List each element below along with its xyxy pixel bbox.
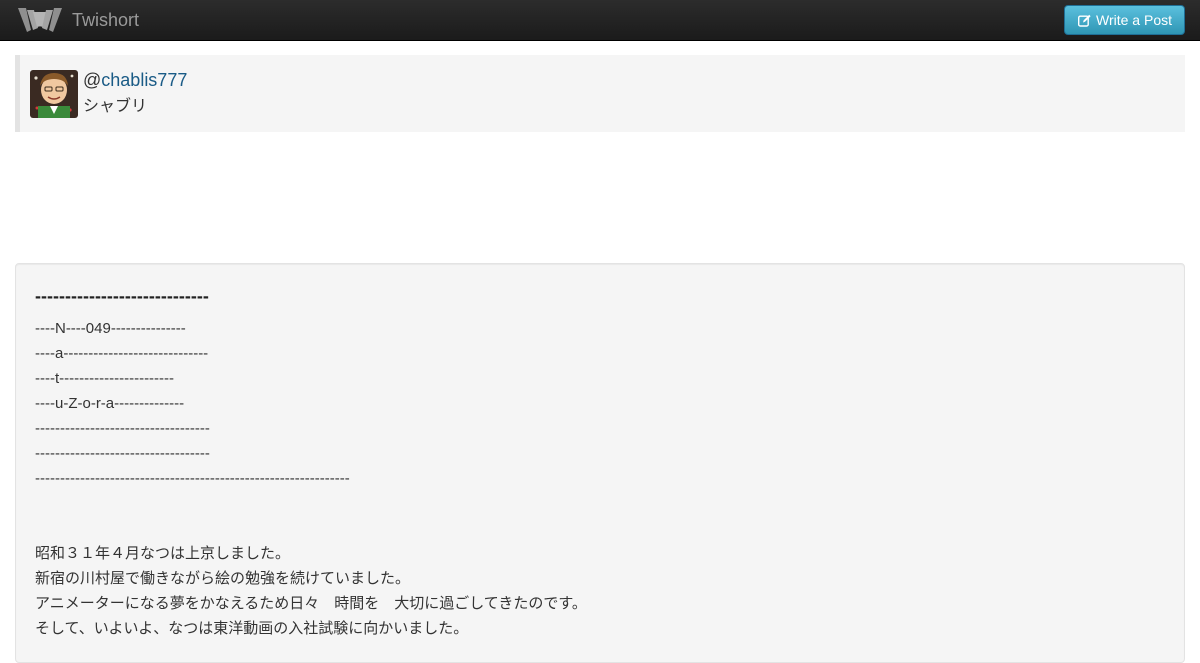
post-line: -----------------------------------	[35, 420, 210, 437]
display-name: シャブリ	[83, 98, 148, 115]
top-navbar: Twishort Write a Post	[0, 0, 1200, 41]
post-title: -----------------------------	[35, 286, 209, 306]
post-line: そして、いよいよ、なつは東洋動画の入社試験に向かいました。	[35, 620, 469, 637]
post-line: ----u-Z-o-r-a--------------	[35, 395, 185, 412]
username-handle: chablis777	[101, 70, 188, 90]
post-line: ----t-----------------------	[35, 370, 175, 387]
post-line: ----------------------------------------…	[35, 470, 350, 487]
write-post-label: Write a Post	[1096, 12, 1172, 28]
at-symbol: @	[83, 70, 102, 90]
write-post-button[interactable]: Write a Post	[1064, 5, 1185, 35]
avatar[interactable]	[30, 70, 78, 118]
post-content: ----------------------------- ----N----0…	[15, 263, 1185, 663]
username-link[interactable]: @chablis777	[83, 70, 187, 90]
brand-name: Twishort	[72, 10, 140, 30]
post-line: 新宿の川村屋で働きながら絵の勉強を続けていました。	[35, 570, 411, 587]
post-line: -----------------------------------	[35, 445, 210, 462]
brand-link[interactable]: Twishort	[18, 4, 139, 36]
edit-icon	[1078, 14, 1091, 27]
post-line: 昭和３１年４月なつは上京しました。	[35, 545, 291, 562]
post-line	[35, 491, 1155, 516]
post-line	[35, 516, 1155, 541]
post-line: アニメーターになる夢をかなえるため日々 時間を 大切に過ごしてきたのです。	[35, 595, 587, 612]
post-body: ----N----049--------------- ----a-------…	[35, 316, 1155, 641]
twishort-logo-icon	[18, 8, 62, 32]
post-line: ----a-----------------------------	[35, 345, 209, 362]
profile-card: @chablis777 シャブリ	[15, 55, 1185, 132]
post-line: ----N----049---------------	[35, 320, 186, 337]
